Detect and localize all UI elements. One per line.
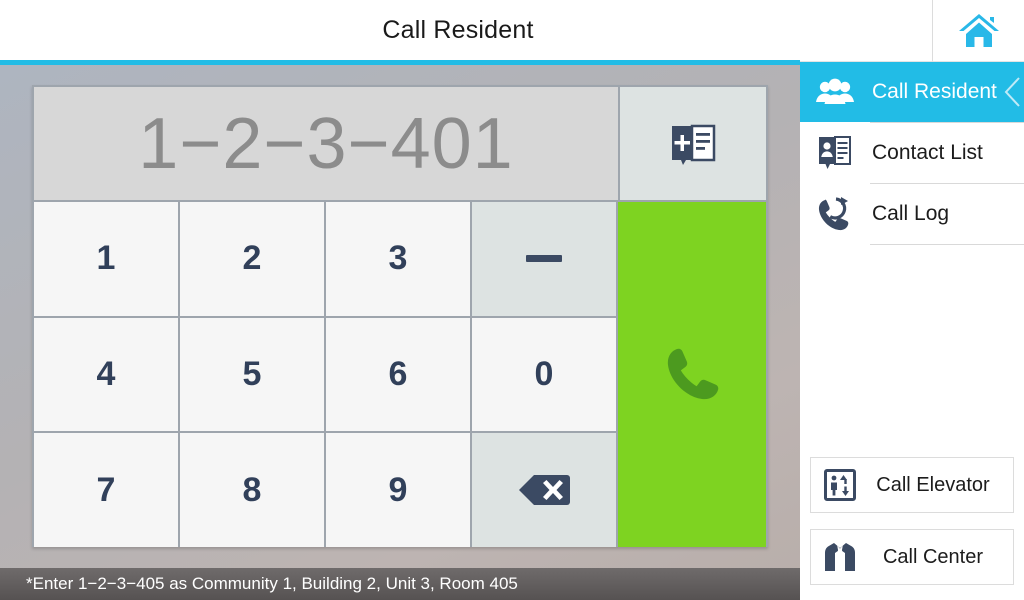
key-0[interactable]: 0 (472, 317, 616, 432)
action-label: Call Elevator (876, 473, 990, 496)
key-7-label: 7 (96, 470, 116, 509)
header-title-zone: Call Resident (0, 0, 932, 62)
key-dash[interactable] (472, 202, 616, 316)
call-button[interactable] (618, 202, 766, 547)
sidebar-separator-3 (870, 244, 1024, 245)
suit-tie-icon (821, 538, 859, 576)
key-9[interactable]: 9 (326, 433, 470, 547)
key-9-label: 9 (388, 470, 408, 509)
key-0-label: 0 (534, 354, 554, 393)
elevator-icon (821, 466, 859, 504)
page-title: Call Resident (382, 16, 534, 44)
add-contact-button[interactable] (620, 87, 766, 200)
key-2-label: 2 (242, 239, 262, 278)
app-header: Call Resident (0, 0, 1024, 62)
key-6[interactable]: 6 (326, 317, 470, 432)
phone-handset-icon (667, 348, 719, 399)
call-elevator-button[interactable]: Call Elevator (810, 457, 1014, 513)
dash-icon (526, 255, 562, 263)
dialer-panel: 1−2−3−401 1 2 3 4 5 6 0 7 8 9 (0, 65, 800, 600)
key-backspace[interactable] (472, 433, 616, 547)
key-1[interactable]: 1 (34, 202, 178, 316)
number-display[interactable]: 1−2−3−401 (34, 87, 620, 200)
display-row: 1−2−3−401 (34, 87, 766, 200)
keypad: 1 2 3 4 5 6 0 7 8 9 (34, 202, 766, 547)
key-4[interactable]: 4 (34, 317, 178, 432)
phone-history-icon (814, 196, 856, 232)
key-1-label: 1 (96, 239, 116, 278)
dialer-frame: 1−2−3−401 1 2 3 4 5 6 0 7 8 9 (32, 85, 768, 547)
sidebar-item-call-log[interactable]: Call Log (800, 184, 1024, 244)
key-2[interactable]: 2 (180, 202, 324, 316)
sidebar-item-label: Call Resident (872, 80, 997, 103)
keypad-grid: 1 2 3 4 5 6 0 7 8 9 (34, 202, 616, 547)
backspace-icon (519, 475, 570, 506)
home-button[interactable] (932, 0, 1024, 62)
hint-text: *Enter 1−2−3−405 as Community 1, Buildin… (26, 574, 518, 593)
contact-book-icon (814, 135, 856, 171)
chevron-left-icon (1004, 77, 1020, 107)
action-label: Call Center (882, 545, 984, 568)
sidebar-item-contact-list[interactable]: Contact List (800, 123, 1024, 183)
add-contact-book-icon (672, 124, 716, 165)
app-root: Call Resident 1−2−3−401 1 2 3 4 5 6 0 7 … (0, 0, 1024, 600)
sidebar-item-label: Call Log (872, 202, 950, 225)
group-people-icon (814, 74, 856, 110)
key-8-label: 8 (242, 470, 262, 509)
display-value: 1−2−3−401 (138, 103, 514, 184)
key-7[interactable]: 7 (34, 433, 178, 547)
home-icon (958, 13, 999, 47)
key-6-label: 6 (388, 354, 408, 393)
call-center-button[interactable]: Call Center (810, 529, 1014, 585)
sidebar-item-call-resident[interactable]: Call Resident (800, 62, 1024, 122)
sidebar-item-label: Contact List (872, 141, 983, 164)
key-3[interactable]: 3 (326, 202, 470, 316)
sidebar-action-stack: Call Elevator Call Center (810, 457, 1014, 600)
key-3-label: 3 (388, 239, 408, 278)
hint-bar: *Enter 1−2−3−405 as Community 1, Buildin… (0, 568, 800, 600)
key-5-label: 5 (242, 354, 262, 393)
key-4-label: 4 (96, 354, 116, 393)
key-5[interactable]: 5 (180, 317, 324, 432)
key-8[interactable]: 8 (180, 433, 324, 547)
sidebar: Call Resident Contact List Call Log Call… (800, 62, 1024, 600)
